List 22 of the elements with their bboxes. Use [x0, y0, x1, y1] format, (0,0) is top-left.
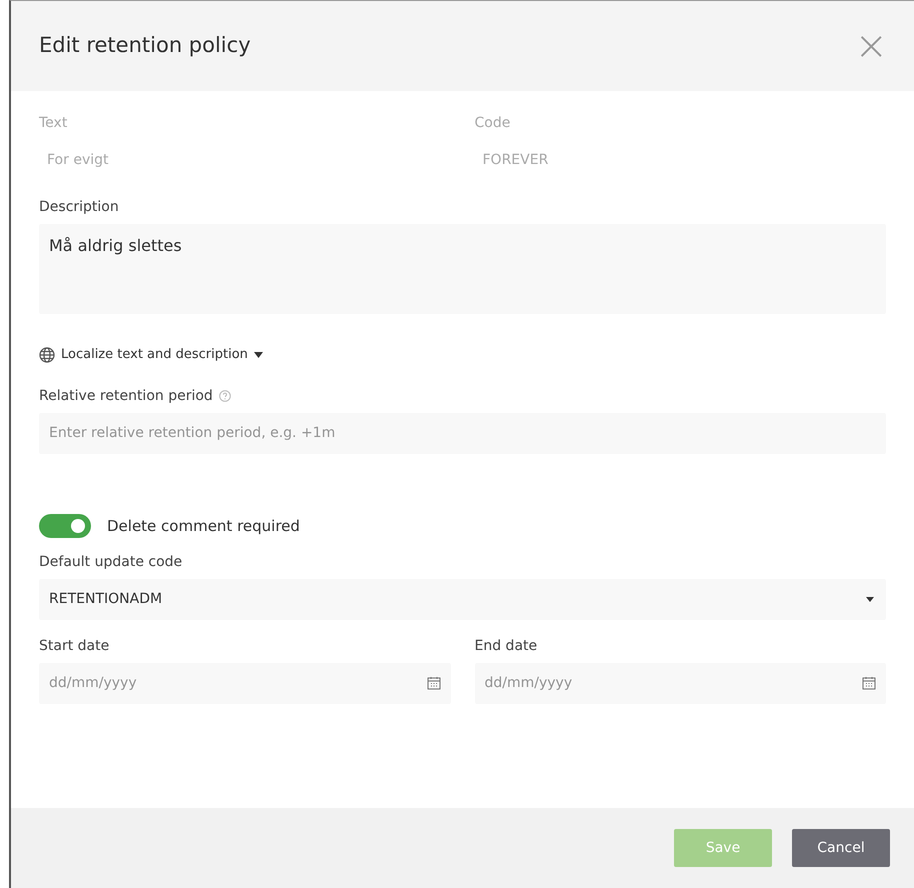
cancel-button[interactable]: Cancel — [792, 829, 890, 867]
field-label: Code — [474, 114, 510, 133]
calendar-icon[interactable] — [426, 676, 440, 690]
toggle-switch[interactable] — [39, 514, 91, 538]
field-label: Start date — [39, 636, 110, 656]
update-code-select[interactable]: RETENTIONADM — [39, 578, 886, 620]
globe-icon — [39, 346, 55, 363]
caret-icon — [866, 596, 874, 602]
retention-period-field[interactable]: Enter relative retention period, e.g. +1m — [39, 412, 886, 454]
field-label: Text — [39, 114, 68, 133]
localize-link[interactable]: Localize text and description — [39, 345, 263, 364]
date-field[interactable]: dd/mm/yyyy — [474, 662, 886, 704]
calendar-icon[interactable] — [862, 676, 876, 690]
caret-icon — [254, 352, 263, 358]
field-label: End date — [474, 636, 538, 656]
description-field[interactable]: Må aldrig slettes — [39, 224, 886, 314]
toggle-label: Delete comment required — [107, 516, 300, 536]
date-field[interactable]: dd/mm/yyyy — [39, 662, 450, 704]
field-label: Description — [39, 198, 119, 217]
field-label: Default update code — [39, 552, 182, 572]
field-label: Relative retention period — [39, 386, 213, 406]
dialog-title: Edit retention policy — [39, 32, 251, 60]
